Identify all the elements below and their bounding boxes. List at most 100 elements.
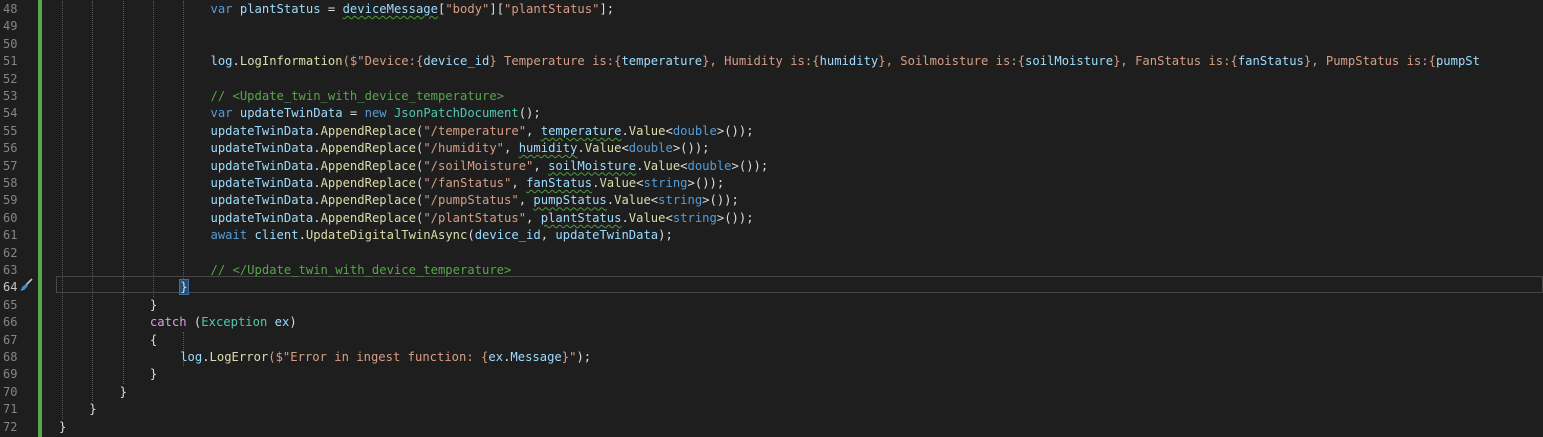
- line-number: 67: [3, 332, 18, 347]
- line-number: 57: [3, 158, 18, 173]
- code-token: fanStatus: [526, 176, 593, 190]
- brush-icon: [20, 278, 33, 291]
- code-token: ex: [488, 350, 504, 364]
- code-token: .: [313, 176, 321, 190]
- code-text: catch (Exception ex): [150, 314, 297, 331]
- line-number: 71: [3, 402, 18, 417]
- code-token: } Temperature is:{: [489, 54, 622, 69]
- code-token: }, FanStatus is:{: [1113, 54, 1238, 69]
- code-text: updateTwinData.AppendReplace("/plantStat…: [211, 210, 754, 227]
- code-token: LogInformation: [239, 54, 343, 69]
- code-token: updateTwinData: [210, 141, 314, 156]
- line-number: 59: [3, 193, 18, 208]
- code-token: updateTwinData: [210, 210, 314, 225]
- quick-actions-brush-icon[interactable]: [18, 278, 34, 292]
- line-number: 72: [3, 419, 18, 434]
- code-line[interactable]: [48, 245, 1543, 262]
- code-text: }: [59, 419, 66, 436]
- code-area[interactable]: var plantStatus = deviceMessage["body"][…: [48, 0, 1543, 437]
- code-line[interactable]: }: [48, 401, 1543, 418]
- code-line[interactable]: [48, 71, 1543, 88]
- code-token: pumpSt: [1435, 54, 1480, 69]
- code-text: {: [150, 332, 157, 349]
- code-line[interactable]: log.LogError($"Error in ingest function:…: [48, 349, 1543, 366]
- code-token: "plantStatus": [504, 2, 600, 16]
- code-token: .: [621, 210, 629, 225]
- code-token: }: [179, 279, 189, 296]
- code-text: var plantStatus = deviceMessage["body"][…: [211, 1, 615, 18]
- code-token: <: [680, 158, 688, 173]
- code-token: updateTwinData: [210, 123, 314, 138]
- line-number: 68: [3, 350, 18, 364]
- code-line[interactable]: [48, 18, 1543, 35]
- code-line[interactable]: [48, 36, 1543, 53]
- line-number: 61: [3, 228, 18, 243]
- code-token: plantStatus: [540, 210, 622, 225]
- code-token: device_id: [423, 54, 490, 69]
- code-line[interactable]: catch (Exception ex): [48, 314, 1543, 331]
- code-line[interactable]: }: [48, 419, 1543, 436]
- code-line[interactable]: await client.UpdateDigitalTwinAsync(devi…: [48, 227, 1543, 244]
- code-token: }, Soilmoisture is:{: [878, 54, 1026, 69]
- code-token: ex: [274, 315, 290, 330]
- code-token: "body": [445, 2, 490, 16]
- code-token: double: [687, 158, 732, 173]
- code-token: pumpStatus: [533, 193, 607, 208]
- code-token: "/plantStatus": [423, 210, 527, 225]
- code-token: ($"Error in ingest function: {: [268, 350, 489, 364]
- code-token: ,: [533, 158, 549, 173]
- code-token: .: [313, 123, 321, 138]
- code-line[interactable]: updateTwinData.AppendReplace("/humidity"…: [48, 140, 1543, 157]
- code-token: <: [665, 210, 673, 225]
- code-line[interactable]: {: [48, 332, 1543, 349]
- code-line[interactable]: updateTwinData.AppendReplace("/pumpStatu…: [48, 192, 1543, 209]
- code-token: >());: [731, 158, 769, 173]
- code-line[interactable]: }: [48, 297, 1543, 314]
- code-line[interactable]: updateTwinData.AppendReplace("/plantStat…: [48, 210, 1543, 227]
- code-token: >());: [702, 193, 739, 208]
- code-line[interactable]: }: [48, 366, 1543, 383]
- code-token: AppendReplace: [320, 141, 416, 156]
- code-line[interactable]: }: [48, 384, 1543, 401]
- text-caret: [187, 279, 189, 295]
- code-line[interactable]: updateTwinData.AppendReplace("/fanStatus…: [48, 175, 1543, 192]
- code-token: humidity: [518, 141, 578, 156]
- code-line[interactable]: // </Update_twin_with_device_temperature…: [48, 262, 1543, 279]
- code-token: JsonPatchDocument: [393, 106, 519, 121]
- code-token: double: [672, 123, 717, 138]
- line-number: 66: [3, 315, 18, 330]
- code-token: ): [289, 315, 297, 330]
- code-line[interactable]: }: [48, 279, 1543, 296]
- code-token: .: [298, 228, 306, 243]
- code-line[interactable]: var updateTwinData = new JsonPatchDocume…: [48, 105, 1543, 122]
- code-editor[interactable]: 48 49 50 51 52 53 54 55 56 57 58 59 60 61 62 63 64 65 66 67…: [0, 0, 1543, 437]
- code-line[interactable]: log.LogInformation($"Device:{device_id} …: [48, 53, 1543, 70]
- code-token: string: [643, 176, 688, 190]
- code-token: Exception: [201, 315, 275, 330]
- code-token: soilMoisture: [1025, 54, 1114, 69]
- code-token: =: [320, 2, 343, 16]
- code-text: await client.UpdateDigitalTwinAsync(devi…: [211, 227, 673, 244]
- code-token: ,: [526, 210, 541, 225]
- code-token: .: [313, 193, 321, 208]
- code-line[interactable]: var plantStatus = deviceMessage["body"][…: [48, 1, 1543, 18]
- code-token: ,: [504, 141, 519, 156]
- code-token: >());: [716, 123, 754, 138]
- code-token: log: [180, 350, 203, 364]
- code-token: client: [254, 228, 299, 243]
- code-token: updateTwinData: [555, 228, 659, 243]
- code-token: AppendReplace: [320, 176, 416, 190]
- code-token: UpdateDigitalTwinAsync: [305, 228, 468, 243]
- code-line[interactable]: updateTwinData.AppendReplace("/soilMoist…: [48, 158, 1543, 175]
- code-text: updateTwinData.AppendReplace("/fanStatus…: [211, 175, 725, 192]
- code-line[interactable]: updateTwinData.AppendReplace("/temperatu…: [48, 123, 1543, 140]
- code-token: string: [672, 210, 717, 225]
- code-text: }: [179, 279, 189, 296]
- code-token: =: [342, 106, 365, 121]
- code-token: .: [202, 350, 210, 364]
- code-token: string: [658, 193, 703, 208]
- code-line[interactable]: // <Update_twin_with_device_temperature>: [48, 88, 1543, 105]
- code-token: .: [313, 158, 321, 173]
- code-token: Value: [628, 210, 666, 225]
- line-number: 65: [3, 297, 18, 312]
